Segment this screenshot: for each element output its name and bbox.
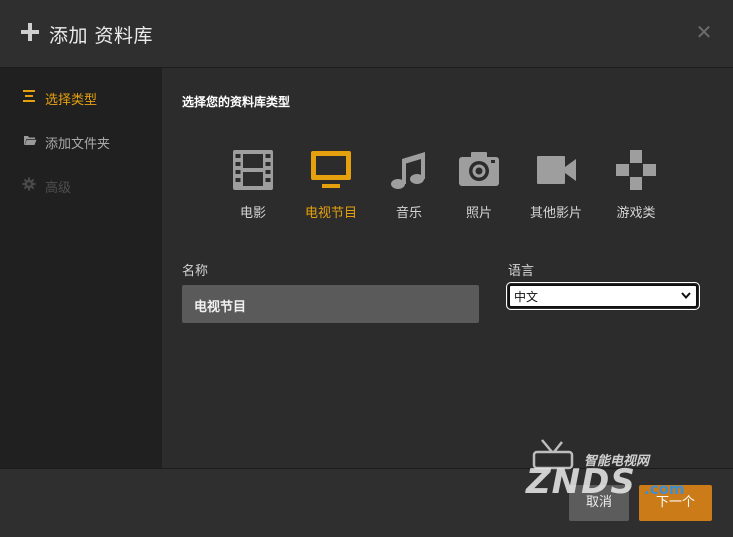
type-label: 电影 [239, 206, 266, 221]
language-select[interactable]: 中文 [506, 282, 700, 310]
cancel-button[interactable]: 取消 [569, 485, 629, 521]
dialog-footer: 取消 下一个 [0, 468, 733, 537]
type-label: 游戏类 [616, 206, 656, 221]
dialog-header: 添加 资料库 ✕ [0, 0, 733, 68]
add-library-dialog: 添加 资料库 ✕ 选择类型 添加文件夹 高级 选择您的资料库类型 电影 电视节目… [0, 0, 733, 537]
music-note-icon [391, 152, 425, 189]
plus-icon [21, 23, 39, 41]
sidebar-item-label: 选择类型 [45, 93, 98, 108]
type-label: 音乐 [395, 206, 422, 221]
sidebar-item-label: 高级 [45, 181, 72, 196]
sidebar-item-select-type[interactable]: 选择类型 [0, 78, 162, 114]
camera-icon [459, 152, 499, 186]
video-camera-icon [537, 156, 576, 184]
chevron-down-icon [681, 292, 691, 300]
gamepad-icon [616, 150, 656, 190]
name-input-value: 电视节目 [194, 300, 247, 315]
sidebar-item-advanced: 高级 [0, 166, 162, 202]
language-label: 语言 [508, 264, 535, 279]
next-button[interactable]: 下一个 [639, 485, 712, 521]
type-music[interactable]: 音乐 [372, 150, 446, 221]
list-icon [23, 90, 35, 102]
type-label: 照片 [465, 206, 492, 221]
sidebar: 选择类型 添加文件夹 高级 [0, 68, 162, 468]
sidebar-item-label: 添加文件夹 [45, 137, 111, 152]
type-label: 电视节目 [304, 206, 357, 221]
close-icon[interactable]: ✕ [694, 22, 714, 42]
film-icon [233, 150, 273, 190]
gear-icon [22, 177, 36, 191]
type-games[interactable]: 游戏类 [599, 150, 673, 221]
language-select-value: 中文 [514, 290, 539, 304]
tv-icon [311, 151, 351, 188]
name-input[interactable]: 电视节目 [182, 285, 479, 323]
sidebar-item-add-folder[interactable]: 添加文件夹 [0, 122, 162, 158]
name-label: 名称 [182, 264, 209, 279]
type-other-videos[interactable]: 其他影片 [519, 150, 593, 221]
type-photos[interactable]: 照片 [442, 150, 516, 221]
dialog-title: 添加 资料库 [49, 25, 154, 47]
folder-icon [24, 136, 37, 145]
main-panel: 选择您的资料库类型 电影 电视节目 音乐 照片 其他影片 游戏类 名称 电视节目… [162, 68, 733, 468]
type-movie[interactable]: 电影 [216, 150, 290, 221]
type-tv-shows[interactable]: 电视节目 [294, 150, 368, 221]
section-title: 选择您的资料库类型 [182, 95, 291, 109]
type-label: 其他影片 [529, 206, 582, 221]
